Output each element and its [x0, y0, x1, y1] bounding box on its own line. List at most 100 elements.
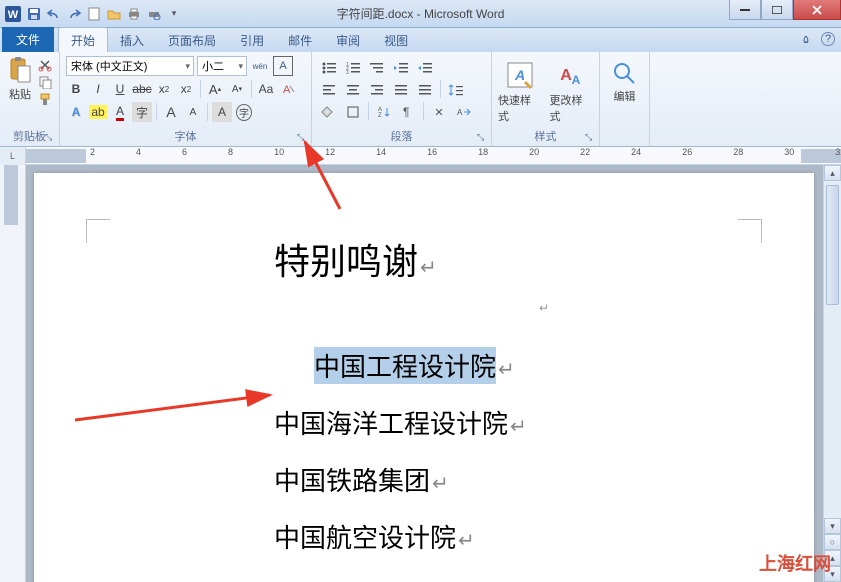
help-icon[interactable]: ? — [821, 32, 835, 46]
multilevel-list-button[interactable] — [366, 58, 388, 78]
vertical-scrollbar[interactable]: ▴ ▾ ○ ▴ ▾ — [823, 165, 841, 582]
shading-button[interactable] — [318, 102, 340, 122]
quick-access-toolbar: ▾ — [26, 6, 182, 22]
ribbon-minimize-icon[interactable]: ۵ — [799, 32, 813, 46]
open-icon[interactable] — [106, 6, 122, 22]
close-button[interactable] — [793, 0, 841, 20]
paragraph-dialog-launcher[interactable]: ⤡ — [477, 132, 489, 144]
paste-button[interactable]: 粘贴 — [6, 56, 34, 106]
format-painter-icon[interactable] — [38, 92, 52, 106]
change-styles-button[interactable]: AA 更改样式 — [550, 60, 594, 124]
bullets-button[interactable] — [318, 58, 340, 78]
highlight-button[interactable]: ab — [88, 102, 108, 122]
print-preview-icon[interactable] — [146, 6, 162, 22]
save-icon[interactable] — [26, 6, 42, 22]
font-dialog-launcher[interactable]: ⤡ — [297, 132, 309, 144]
grow-font-button[interactable]: A▴ — [205, 79, 225, 99]
decrease-indent-button[interactable] — [390, 58, 412, 78]
increase-indent-button[interactable] — [414, 58, 436, 78]
phonetic-guide-icon[interactable]: wén — [250, 56, 270, 76]
tab-view[interactable]: 视图 — [372, 28, 420, 52]
tab-review[interactable]: 审阅 — [324, 28, 372, 52]
sort-button[interactable]: AZ — [373, 102, 395, 122]
paste-label: 粘贴 — [9, 86, 31, 102]
tab-insert[interactable]: 插入 — [108, 28, 156, 52]
quick-print-icon[interactable] — [126, 6, 142, 22]
tab-file[interactable]: 文件 — [2, 27, 54, 52]
document-line[interactable]: 中国铁路集团↵ — [274, 461, 754, 498]
document-area: 特别鸣谢↵ ↵ 中国工程设计院↵ 中国海洋工程设计院↵ 中国铁路集团↵ 中国航空… — [0, 165, 841, 582]
new-doc-icon[interactable] — [86, 6, 102, 22]
borders-button[interactable] — [342, 102, 364, 122]
align-left-button[interactable] — [318, 80, 340, 100]
document-title[interactable]: 特别鸣谢↵ — [274, 233, 754, 285]
align-right-button[interactable] — [366, 80, 388, 100]
paragraph-group-label: 段落 — [318, 126, 485, 146]
svg-text:A: A — [514, 67, 525, 83]
ruler-marks: 2468101214161820222426283032 — [90, 147, 841, 157]
show-marks-button[interactable]: ¶ — [397, 102, 419, 122]
justify-button[interactable] — [390, 80, 412, 100]
page[interactable]: 特别鸣谢↵ ↵ 中国工程设计院↵ 中国海洋工程设计院↵ 中国铁路集团↵ 中国航空… — [34, 173, 814, 582]
scroll-up-button[interactable]: ▴ — [824, 165, 841, 181]
character-shading-button[interactable]: 字 — [132, 102, 152, 122]
tab-pagelayout[interactable]: 页面布局 — [156, 28, 228, 52]
shrink-a-button[interactable]: A — [183, 102, 203, 122]
page-margin-corner — [86, 219, 110, 243]
tab-mailings[interactable]: 邮件 — [276, 28, 324, 52]
window-controls — [729, 0, 841, 20]
enclosed-char-button[interactable]: A — [212, 102, 232, 122]
distributed-button[interactable] — [414, 80, 436, 100]
find-button[interactable]: 编辑 — [606, 60, 643, 104]
underline-button[interactable]: U — [110, 79, 130, 99]
quick-styles-button[interactable]: A 快速样式 — [498, 60, 542, 124]
svg-text:3: 3 — [346, 70, 349, 75]
bold-button[interactable]: B — [66, 79, 86, 99]
browse-object-button[interactable]: ○ — [824, 534, 841, 550]
document-line[interactable]: 中国航空设计院↵ — [274, 518, 754, 555]
shrink-font-button[interactable]: A▾ — [227, 79, 247, 99]
tab-home[interactable]: 开始 — [58, 27, 108, 52]
italic-button[interactable]: I — [88, 79, 108, 99]
svg-text:A: A — [560, 67, 572, 84]
numbering-button[interactable]: 123 — [342, 58, 364, 78]
undo-icon[interactable] — [46, 6, 62, 22]
vertical-ruler[interactable] — [0, 165, 26, 582]
svg-text:A: A — [457, 108, 463, 117]
group-clipboard: 粘贴 剪贴板 ⤡ — [0, 52, 60, 146]
font-name-combo[interactable]: 宋体 (中文正文) — [66, 56, 194, 76]
cut-icon[interactable] — [38, 58, 52, 72]
qat-dropdown-icon[interactable]: ▾ — [166, 6, 182, 22]
minimize-button[interactable] — [729, 0, 761, 20]
tab-references[interactable]: 引用 — [228, 28, 276, 52]
redo-icon[interactable] — [66, 6, 82, 22]
font-size-combo[interactable]: 小二 — [197, 56, 247, 76]
font-color-button[interactable]: A — [110, 102, 130, 122]
clear-formatting-icon[interactable]: A — [278, 79, 298, 99]
svg-text:Z: Z — [378, 113, 382, 119]
paragraph-mark: ↵ — [334, 301, 754, 315]
asian-layout-button[interactable]: ✕ — [428, 102, 450, 122]
maximize-button[interactable] — [761, 0, 793, 20]
copy-icon[interactable] — [38, 75, 52, 89]
asian-spacing-button[interactable]: A — [452, 102, 474, 122]
scroll-down-button[interactable]: ▾ — [824, 518, 841, 534]
document-line-selected[interactable]: 中国工程设计院 — [314, 347, 496, 384]
subscript-button[interactable]: x2 — [154, 79, 174, 99]
line-spacing-button[interactable] — [445, 80, 467, 100]
styles-dialog-launcher[interactable]: ⤡ — [585, 132, 597, 144]
scroll-thumb[interactable] — [826, 185, 839, 305]
document-line[interactable]: 中国海洋工程设计院↵ — [274, 404, 754, 441]
enlarge-a-button[interactable]: A — [161, 102, 181, 122]
strikethrough-button[interactable]: abc — [132, 79, 152, 99]
superscript-button[interactable]: x2 — [176, 79, 196, 99]
character-border-icon[interactable]: A — [273, 56, 293, 76]
text-effects-button[interactable]: A — [66, 102, 86, 122]
horizontal-ruler[interactable]: L 2468101214161820222426283032 — [0, 147, 841, 165]
circle-char-button[interactable]: 字 — [234, 102, 254, 122]
align-center-button[interactable] — [342, 80, 364, 100]
svg-text:A: A — [572, 73, 581, 87]
change-case-button[interactable]: Aa — [256, 79, 276, 99]
watermark: 上海红网 — [759, 550, 831, 576]
clipboard-dialog-launcher[interactable]: ⤡ — [45, 132, 57, 144]
